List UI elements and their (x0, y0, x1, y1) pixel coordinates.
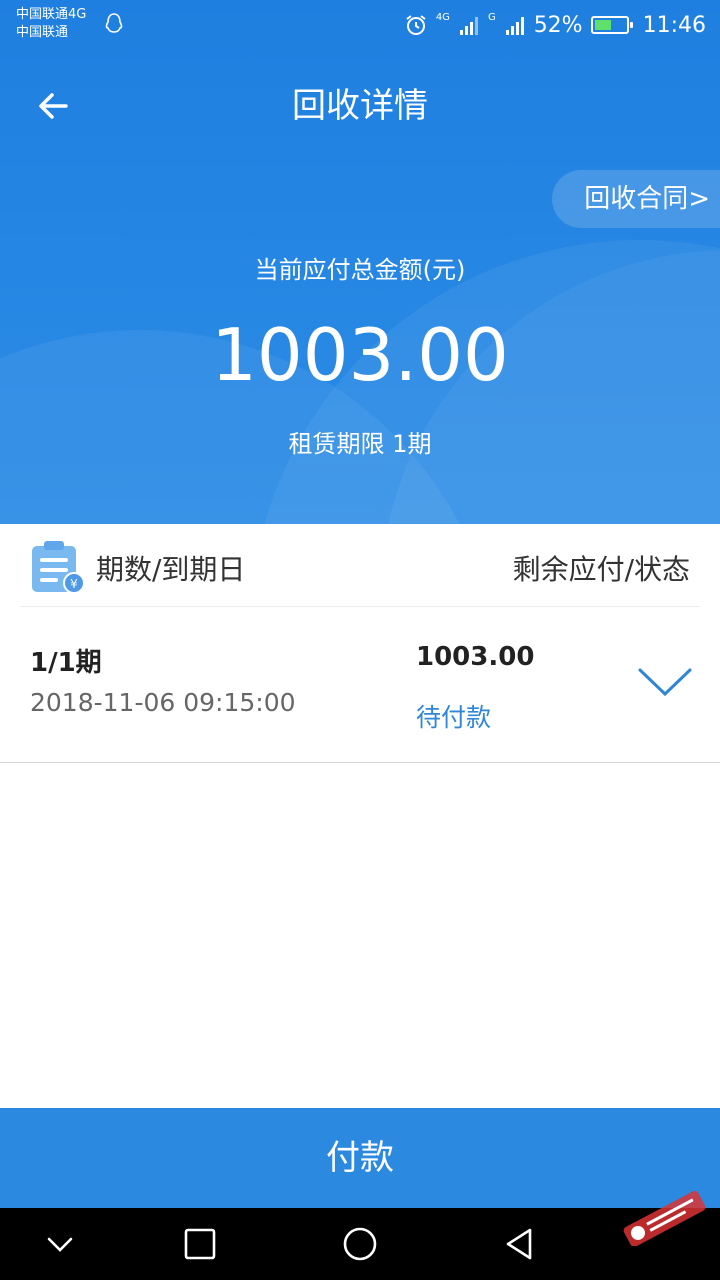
network-label-g: G (487, 12, 496, 23)
bill-yuan-icon: ¥ (32, 541, 85, 594)
home-icon[interactable] (340, 1226, 380, 1262)
status-bar: 中国联通4G 中国联通 4G G 52% 11:46 (0, 0, 720, 50)
carrier-line-2: 中国联通 (16, 25, 69, 40)
carrier-info: 中国联通4G 中国联通 (16, 6, 86, 42)
qq-icon (105, 13, 123, 33)
back-icon[interactable] (500, 1226, 540, 1262)
signal-icon (505, 17, 524, 35)
column-header-period: 期数/到期日 (96, 553, 246, 586)
lease-term: 租赁期限 1期 (288, 430, 432, 458)
pay-button[interactable]: 付款 (0, 1108, 720, 1208)
installment-period: 1/1期 (30, 648, 102, 678)
alarm-icon (406, 15, 426, 35)
chevron-down-icon[interactable] (634, 662, 696, 702)
collapse-icon[interactable] (40, 1226, 80, 1262)
watermark-logo-icon (623, 1190, 706, 1246)
contract-link-button[interactable]: 回收合同> (552, 170, 720, 228)
remaining-amount: 1003.00 (416, 642, 535, 672)
clock: 11:46 (642, 12, 706, 38)
list-item[interactable]: 1/1期 2018-11-06 09:15:00 1003.00 待付款 (0, 608, 720, 762)
battery-fill (594, 20, 611, 30)
divider (20, 606, 700, 607)
network-label-4g: 4G (435, 12, 450, 23)
status-badge: 待付款 (416, 703, 492, 732)
status-icons: 4G G 52% 11:46 (404, 8, 706, 42)
header-banner: 中国联通4G 中国联通 4G G 52% 11:46 回收详情 回收合同> 当前… (0, 0, 720, 524)
carrier-line-1: 中国联通4G (16, 7, 87, 22)
list-header: ¥ 期数/到期日 剩余应付/状态 (0, 524, 720, 608)
amount-label: 当前应付总金额(元) (254, 256, 466, 284)
total-amount: 1003.00 (211, 313, 509, 397)
recents-icon[interactable] (180, 1226, 220, 1262)
divider (0, 762, 720, 763)
system-nav-bar (0, 1208, 720, 1280)
battery-icon (590, 16, 633, 34)
battery-percent: 52% (533, 12, 583, 38)
signal-icon (459, 17, 478, 35)
due-date: 2018-11-06 09:15:00 (30, 688, 296, 717)
page-title: 回收详情 (292, 86, 428, 126)
svg-text:¥: ¥ (70, 577, 78, 591)
column-header-status: 剩余应付/状态 (512, 553, 690, 586)
